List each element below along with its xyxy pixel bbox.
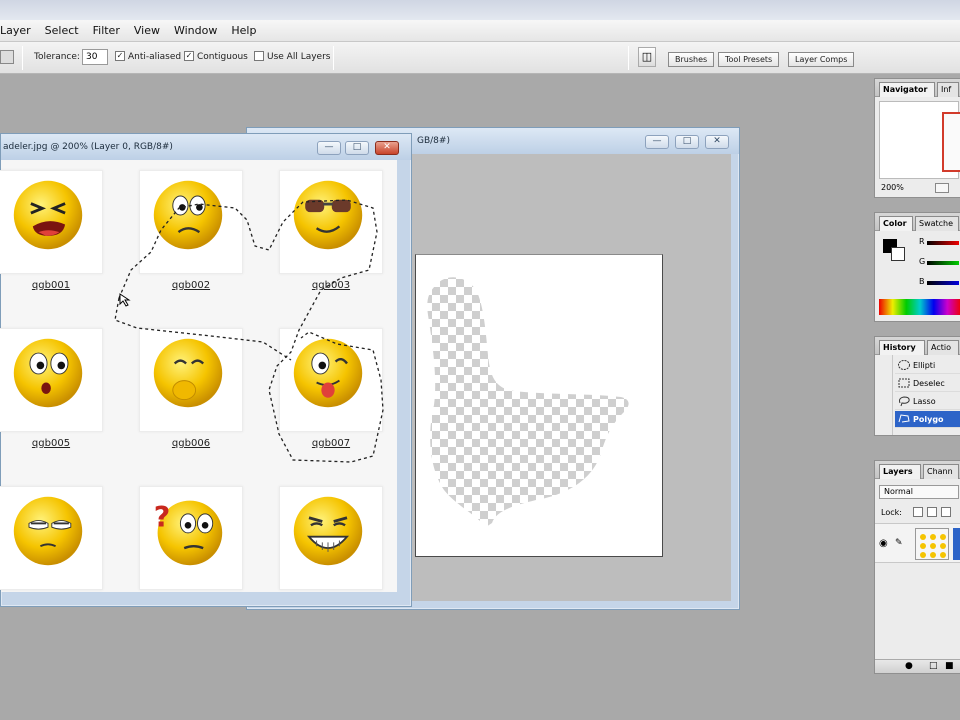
app-title-strip — [0, 0, 960, 20]
deselect-icon — [898, 378, 910, 388]
window-title: GB/8#) — [417, 136, 450, 146]
zoom-out-icon[interactable] — [935, 183, 949, 193]
polygonal-lasso-selection — [114, 199, 384, 463]
tab-layers[interactable]: Layers — [879, 464, 921, 479]
color-ramp[interactable] — [879, 299, 960, 315]
channel-g-label: G — [919, 257, 926, 266]
maximize-button[interactable]: □ — [675, 135, 699, 149]
use-all-layers-label: Use All Layers — [267, 52, 331, 62]
well-tab-tool-presets[interactable]: Tool Presets — [718, 52, 780, 67]
well-tab-layer-comps[interactable]: Layer Comps — [788, 52, 855, 67]
tool-preset-picker-icon[interactable] — [0, 50, 14, 64]
tolerance-input[interactable]: 30 — [82, 49, 108, 65]
new-layer-icon[interactable]: □ — [929, 661, 938, 671]
contiguous-checkbox[interactable]: ✓ — [184, 51, 194, 61]
minimize-button[interactable]: — — [317, 141, 341, 155]
window-title: adeler.jpg @ 200% (Layer 0, RGB/8#) — [3, 142, 173, 152]
tab-color[interactable]: Color — [879, 216, 913, 231]
channel-r-label: R — [919, 237, 925, 246]
panel-tabs: Navigator Inf — [875, 79, 960, 97]
anti-aliased-checkbox[interactable]: ✓ — [115, 51, 125, 61]
history-item-label: Polygo — [913, 415, 944, 424]
green-slider[interactable] — [927, 261, 959, 265]
minimize-button[interactable]: — — [645, 135, 669, 149]
options-divider — [22, 46, 23, 70]
trash-icon[interactable]: ■ — [945, 661, 954, 671]
history-item-label: Deselec — [913, 379, 945, 388]
options-divider — [628, 46, 629, 70]
lock-transparency-checkbox[interactable] — [913, 507, 923, 517]
history-panel: History Actio Ellipti Deselec Lasso Poly… — [874, 336, 960, 436]
tab-actions[interactable]: Actio — [927, 340, 959, 355]
history-brush-source-column — [875, 355, 893, 435]
layer-thumbnail — [915, 528, 949, 560]
contiguous-label: Contiguous — [197, 52, 248, 62]
polygonal-lasso-icon — [898, 414, 910, 423]
navigator-view-box[interactable] — [942, 112, 960, 172]
history-item-label: Lasso — [913, 397, 936, 406]
document-canvas[interactable] — [415, 254, 663, 557]
file-browser-icon[interactable]: ◫ — [638, 47, 656, 67]
layer-effects-icon[interactable]: ● — [905, 661, 913, 671]
history-item[interactable]: Lasso — [895, 393, 960, 410]
menu-view[interactable]: View — [128, 24, 168, 37]
menu-layer[interactable]: Layer — [0, 24, 39, 37]
menu-window[interactable]: Window — [168, 24, 225, 37]
lasso-icon — [899, 396, 910, 407]
use-all-layers-checkbox[interactable] — [254, 51, 264, 61]
history-item[interactable]: Ellipti — [895, 357, 960, 374]
maximize-button[interactable]: □ — [345, 141, 369, 155]
menu-bar: Layer Select Filter View Window Help — [0, 20, 960, 42]
tab-navigator[interactable]: Navigator — [879, 82, 935, 97]
lock-image-checkbox[interactable] — [927, 507, 937, 517]
document-window-front[interactable]: adeler.jpg @ 200% (Layer 0, RGB/8#) — □ … — [0, 133, 412, 607]
tab-history[interactable]: History — [879, 340, 925, 355]
navigator-preview[interactable] — [879, 101, 960, 179]
elliptical-marquee-icon — [898, 360, 910, 370]
layers-footer: ● □ ■ — [875, 659, 960, 673]
navigator-panel: Navigator Inf 200% — [874, 78, 960, 198]
layers-panel: Layers Chann Normal Lock: ◉ ✎ ● □ ■ — [874, 460, 960, 674]
lock-position-checkbox[interactable] — [941, 507, 951, 517]
panel-tabs: Layers Chann — [875, 461, 960, 479]
eye-visibility-icon[interactable]: ◉ — [879, 538, 888, 549]
options-bar: Tolerance: 30 ✓ Anti-aliased ✓ Contiguou… — [0, 42, 960, 74]
window-title-bar[interactable]: adeler.jpg @ 200% (Layer 0, RGB/8#) — □ … — [1, 134, 411, 160]
tab-info[interactable]: Inf — [937, 82, 959, 97]
well-tab-brushes[interactable]: Brushes — [668, 52, 715, 67]
history-item-selected[interactable]: Polygo — [895, 411, 960, 428]
options-divider — [333, 46, 334, 70]
blend-mode-select[interactable]: Normal — [879, 485, 959, 499]
panel-tabs: History Actio — [875, 337, 960, 355]
layer-name-highlight[interactable] — [953, 528, 960, 560]
background-color-swatch[interactable] — [891, 247, 905, 261]
tab-channels[interactable]: Chann — [923, 464, 959, 479]
red-slider[interactable] — [927, 241, 959, 245]
layer-row[interactable]: ◉ ✎ — [875, 523, 960, 563]
anti-aliased-label: Anti-aliased — [128, 52, 182, 62]
blue-slider[interactable] — [927, 281, 959, 285]
transparent-selection-shape — [427, 277, 629, 527]
close-button[interactable]: ✕ — [705, 135, 729, 149]
tab-swatches[interactable]: Swatche — [915, 216, 959, 231]
close-button[interactable]: ✕ — [375, 141, 399, 155]
navigator-zoom[interactable]: 200% — [881, 183, 904, 192]
lasso-cursor-icon — [119, 293, 131, 307]
channel-b-label: B — [919, 277, 925, 286]
panel-tabs: Color Swatche — [875, 213, 960, 231]
history-item[interactable]: Deselec — [895, 375, 960, 392]
history-item-label: Ellipti — [913, 361, 936, 370]
menu-filter[interactable]: Filter — [87, 24, 128, 37]
menu-select[interactable]: Select — [39, 24, 87, 37]
brush-link-icon: ✎ — [895, 538, 903, 548]
menu-help[interactable]: Help — [225, 24, 264, 37]
color-panel: Color Swatche R G B — [874, 212, 960, 322]
tolerance-label: Tolerance: — [34, 52, 80, 62]
canvas-area[interactable]: qgb001 qgb002 qgb003 qgb005 qgb006 qgb00… — [0, 160, 397, 592]
lock-label: Lock: — [881, 508, 902, 517]
